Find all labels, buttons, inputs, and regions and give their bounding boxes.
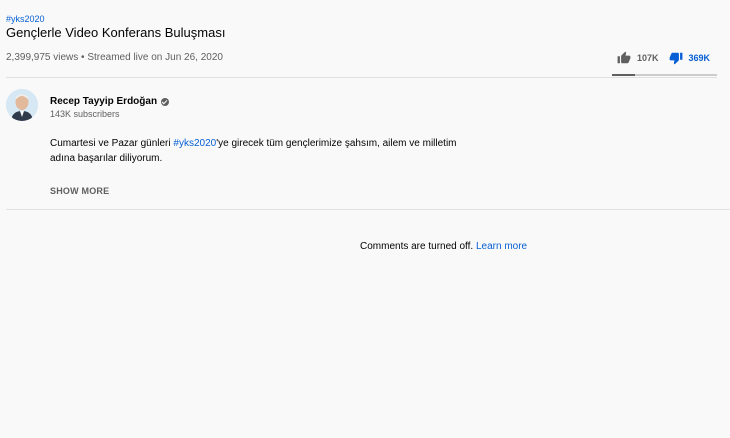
like-dislike-group: 107K 369K bbox=[617, 49, 710, 67]
learn-more-link[interactable]: Learn more bbox=[476, 241, 527, 252]
comments-disabled-message: Comments are turned off. Learn more bbox=[360, 241, 527, 252]
sentiment-bar bbox=[612, 74, 717, 76]
description-hashtag-link[interactable]: #yks2020 bbox=[173, 138, 216, 149]
thumbs-up-icon bbox=[617, 51, 631, 64]
dislike-count: 369K bbox=[688, 53, 711, 63]
channel-name[interactable]: Recep Tayyip Erdoğan bbox=[50, 96, 157, 107]
subscriber-count: 143K subscribers bbox=[50, 109, 120, 119]
thumbs-down-icon bbox=[669, 52, 682, 65]
description-text-part1: Cumartesi ve Pazar günleri bbox=[50, 138, 174, 149]
video-description: Cumartesi ve Pazar günleri #yks2020'ye g… bbox=[50, 136, 480, 166]
sentiment-bar-like-fill bbox=[612, 74, 636, 76]
dislike-button[interactable]: 369K bbox=[669, 51, 711, 65]
description-divider bbox=[6, 209, 730, 210]
channel-avatar[interactable] bbox=[6, 89, 38, 121]
avatar-image bbox=[6, 89, 38, 121]
comments-off-text: Comments are turned off. bbox=[360, 241, 474, 252]
verified-check-icon bbox=[161, 97, 170, 106]
video-hashtag[interactable]: #yks2020 bbox=[6, 14, 45, 24]
top-divider bbox=[6, 77, 717, 78]
channel-name-row: Recep Tayyip Erdoğan bbox=[50, 96, 170, 107]
video-meta: 2,399,975 views • Streamed live on Jun 2… bbox=[6, 52, 223, 63]
like-button[interactable]: 107K bbox=[617, 51, 659, 65]
show-more-button[interactable]: SHOW MORE bbox=[50, 186, 109, 196]
video-title: Gençlerle Video Konferans Buluşması bbox=[6, 25, 226, 40]
like-count: 107K bbox=[637, 53, 659, 63]
